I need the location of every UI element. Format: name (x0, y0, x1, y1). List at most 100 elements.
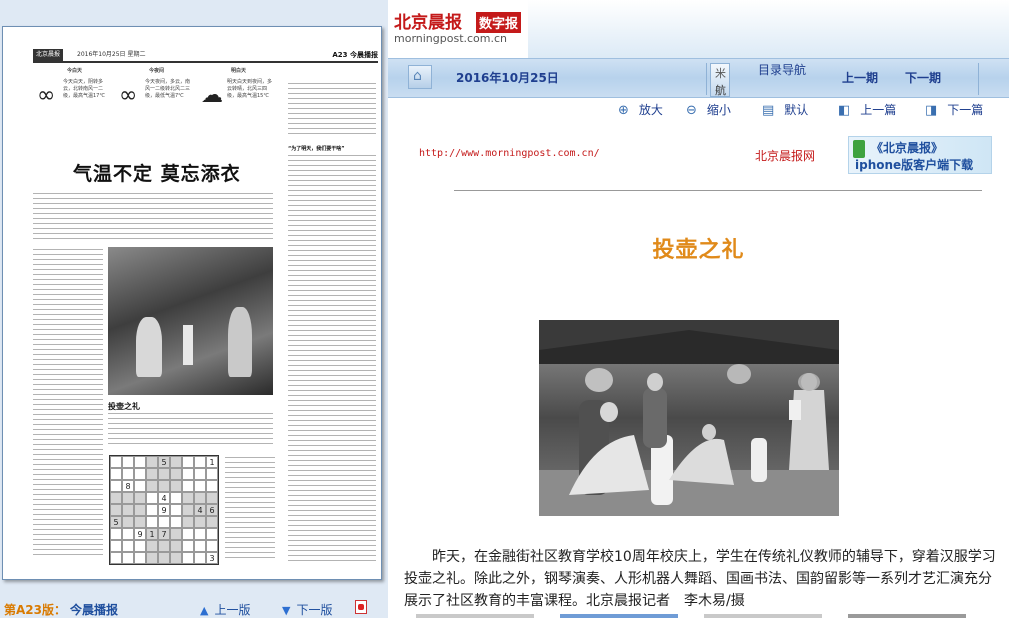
prev-article-button[interactable]: ◧ 上一篇 (838, 101, 896, 119)
article-tools: ⊕ 放大 ⊖ 缩小 ▤ 默认 ◧ 上一篇 ◨ 下一篇 (388, 98, 1009, 122)
sudoku-cell (182, 480, 194, 492)
sudoku-cell: 9 (134, 528, 146, 540)
iphone-app-banner[interactable]: 《北京晨报》 iphone版客户端下载 (848, 136, 992, 174)
weather-item: 明白天 ☁ 明天白天到夜间，多云转晴，北风三四级，最高气温15℃ (197, 67, 275, 147)
next-article-label: 下一篇 (947, 103, 984, 117)
prev-article-label: 上一篇 (860, 103, 897, 117)
logo-url: morningpost.com.cn (394, 32, 508, 45)
related-thumbnail[interactable] (560, 614, 678, 618)
prev-issue-link[interactable]: 上一期 (842, 69, 878, 86)
sudoku-cell (194, 552, 206, 564)
photo-illustration (539, 320, 839, 516)
sudoku-cell (194, 456, 206, 468)
weather-text: 今天夜间，多云，南风一二级转北风二三级，最低气温7℃ (145, 79, 191, 99)
sudoku-cell (146, 516, 158, 528)
zoom-in-button[interactable]: ⊕ 放大 (618, 101, 663, 119)
source-url-link[interactable]: http://www.morningpost.com.cn/ (419, 148, 600, 159)
header-background (528, 0, 1009, 58)
next-article-button[interactable]: ◨ 下一篇 (925, 101, 983, 119)
sudoku-cell (134, 468, 146, 480)
default-size-button[interactable]: ▤ 默认 (762, 101, 808, 119)
home-icon: ⌂ (413, 68, 422, 84)
related-thumbnail[interactable] (848, 614, 966, 618)
sudoku-cell (194, 492, 206, 504)
banner-subtitle: iphone版客户端下载 (855, 158, 974, 172)
sudoku-cell: 5 (158, 456, 170, 468)
sudoku-cell (134, 516, 146, 528)
home-button[interactable]: ⌂ (408, 65, 432, 89)
pdf-icon[interactable] (355, 600, 367, 614)
sudoku-cell (110, 552, 122, 564)
photo-caption-title: 投壶之礼 (108, 402, 140, 411)
zoom-in-label: 放大 (638, 103, 663, 117)
newspaper-headline: 气温不定 莫忘添衣 (73, 163, 241, 185)
sudoku-cell (146, 540, 158, 552)
sudoku-cell (194, 480, 206, 492)
sudoku-cell (146, 468, 158, 480)
zoom-out-icon: ⊖ (686, 103, 697, 118)
sudoku-cell (182, 492, 194, 504)
photo-vase (183, 325, 193, 365)
issue-toolbar: ⌂ 2016年10月25日 米 航 目录导航 上一期 下一期 (388, 58, 1009, 98)
sudoku-cell: 4 (158, 492, 170, 504)
text-block (288, 155, 376, 565)
next-article-icon: ◨ (925, 103, 938, 118)
sudoku-cell (170, 552, 182, 564)
sudoku-cell (206, 492, 218, 504)
catalog-nav-label[interactable]: 目录导航 (758, 61, 806, 78)
sudoku-cell (194, 468, 206, 480)
photo-figure (136, 317, 162, 377)
sudoku-cell (146, 504, 158, 516)
next-page-link[interactable]: ▼ 下一版 (282, 601, 332, 618)
sudoku-cell (158, 468, 170, 480)
related-thumbnail[interactable] (416, 614, 534, 618)
sudoku-cell (110, 528, 122, 540)
newspaper-page-header: 北京晨报 2016年10月25日 星期二 A23 今晨播报 (33, 49, 378, 63)
sudoku-cell (182, 456, 194, 468)
sudoku-cell (170, 504, 182, 516)
article-photo[interactable] (539, 320, 839, 516)
text-block (225, 457, 275, 562)
sudoku-cell (110, 480, 122, 492)
sudoku-cell (170, 468, 182, 480)
sudoku-cell (170, 516, 182, 528)
sudoku-cell (110, 504, 122, 516)
sudoku-cell: 1 (146, 528, 158, 540)
sudoku-cell (122, 552, 134, 564)
next-issue-link[interactable]: 下一期 (905, 69, 941, 86)
sudoku-cell (170, 456, 182, 468)
document-icon: ▤ (762, 103, 775, 118)
divider (706, 63, 707, 95)
sudoku-cell (206, 516, 218, 528)
banner-title: 《北京晨报》 (871, 141, 944, 155)
related-thumbnail[interactable] (704, 614, 822, 618)
text-block (33, 193, 273, 241)
logo-name: 北京晨报 (394, 13, 462, 33)
sudoku-cell (110, 468, 122, 480)
catalog-nav-button[interactable]: 米 航 (710, 63, 730, 97)
sudoku-cell (170, 480, 182, 492)
newspaper-page-label: A23 今晨播报 (332, 51, 378, 59)
zoom-out-button[interactable]: ⊖ 缩小 (686, 101, 731, 119)
article-title: 投壶之礼 (652, 238, 745, 263)
newspaper-date: 2016年10月25日 星期二 (77, 51, 146, 58)
weather-day: 今夜间 (149, 68, 165, 74)
sudoku-cell (110, 540, 122, 552)
sudoku-cell (134, 504, 146, 516)
sudoku-cell: 5 (110, 516, 122, 528)
photo-figure (228, 307, 252, 377)
sudoku-cell: 9 (158, 504, 170, 516)
sudoku-cell (206, 480, 218, 492)
prev-page-link[interactable]: ▲ 上一版 (200, 601, 250, 618)
page-name-link[interactable]: 今晨播报 (70, 601, 118, 618)
newspaper-page-thumbnail[interactable]: 北京晨报 2016年10月25日 星期二 A23 今晨播报 今白天 ∞ 今天白天… (2, 26, 382, 580)
newspaper-photo (108, 247, 273, 395)
site-name-link[interactable]: 北京晨报网 (755, 147, 815, 164)
text-block (108, 413, 273, 447)
sudoku-cell (182, 468, 194, 480)
divider (978, 63, 979, 95)
text-block (33, 249, 103, 559)
article-body: 昨天，在金融街社区教育学校10周年校庆上，学生在传统礼仪教师的辅导下，穿着汉服学… (404, 549, 996, 609)
site-logo[interactable]: 北京晨报 数字报 morningpost.com.cn (388, 0, 528, 58)
sudoku-cell (182, 552, 194, 564)
